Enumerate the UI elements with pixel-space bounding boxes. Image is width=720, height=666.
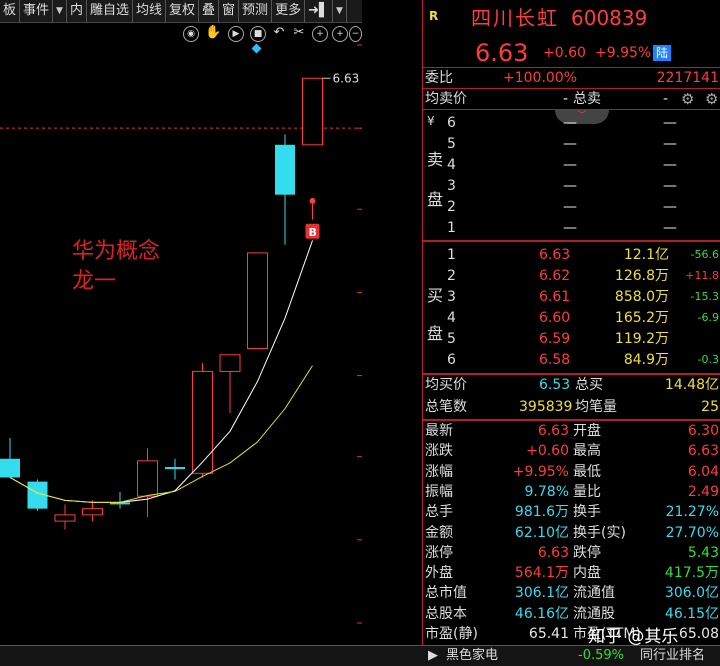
stat-row: 金额 62.10亿 换手(实) 27.70% (425, 524, 719, 541)
buy-marker-dot (309, 197, 316, 204)
candle-body (192, 370, 213, 474)
last-price: 6.63 (475, 39, 529, 67)
sector-pct: -0.59% (578, 648, 624, 663)
price-change: +0.60 (543, 45, 586, 61)
sell-level-row[interactable]: 6 — — (423, 113, 720, 133)
settings-gear2-icon[interactable]: ⚙ (705, 89, 718, 109)
stock-header: R 四川长虹 600839 (423, 6, 720, 30)
top-diamond-marker (251, 43, 262, 54)
weibi-row: 委比 +100.00% 2217141 (425, 70, 719, 86)
buy-level-row[interactable]: 2 6.62 126.8万 +11.8 (423, 266, 720, 286)
sell-level-row[interactable]: 2 — — (423, 197, 720, 217)
annotation-line1: 华为概念 (72, 239, 160, 264)
buy-level-row[interactable]: 4 6.60 165.2万 -6.9 (423, 308, 720, 328)
buy-level-row[interactable]: 1 6.63 12.1亿 -56.6 (423, 245, 720, 265)
chart-toolbar: 板事件 ▼ 内雕自选 均线 复权叠窗预测 更多 ➜▌ ▼ (0, 0, 362, 23)
sell-level-row[interactable]: 3 — — (423, 176, 720, 196)
toolbar-item-10[interactable]: 更多 (272, 0, 306, 22)
toolbar-item-6[interactable]: 复权 (166, 0, 200, 22)
toolbar-item-2[interactable]: ▼ (53, 0, 67, 22)
toolbar-item-1[interactable]: 事件 (20, 0, 54, 22)
add-icon[interactable]: + (312, 26, 328, 42)
stat-row: 涨幅 +9.95% 最低 6.04 (425, 463, 719, 480)
hand-icon[interactable]: ✋ (205, 26, 221, 40)
stock-code: 600839 (571, 6, 648, 30)
settings-gear-icon[interactable]: ⚙ (681, 89, 694, 109)
play-icon[interactable]: ▶ (228, 26, 244, 42)
toolbar-item-3[interactable]: 内 (67, 0, 87, 22)
sell-level-row[interactable]: 1 — — (423, 218, 720, 238)
buy-marker-text: B (309, 226, 317, 239)
market-tag: 陆 (653, 45, 672, 61)
toolbar-item-7[interactable]: 叠 (199, 0, 220, 22)
avg-buy-row: 均买价 6.53 总买 14.48亿 (425, 377, 719, 393)
stock-name: 四川长虹 (471, 6, 559, 30)
stat-row: 振幅 9.78% 量比 2.49 (425, 483, 719, 500)
candle-body (0, 458, 20, 478)
industry-rank[interactable]: 同行业排名 (640, 646, 705, 666)
sell-level-row[interactable]: 4 — — (423, 155, 720, 175)
candle-body (302, 77, 323, 146)
ma10-line (9, 365, 313, 503)
candle-body (165, 467, 185, 470)
price-change-pct: +9.95% (595, 45, 652, 61)
annotation-line2: 龙一 (72, 269, 116, 294)
sector-name[interactable]: 黑色家电 (446, 646, 498, 666)
scissors-icon[interactable]: ✂ (292, 26, 306, 40)
kline-chart[interactable]: 6.796.396.005.605.204.814.414.016.63B华为概… (0, 22, 391, 642)
sell-level-row[interactable]: 5 — — (423, 134, 720, 154)
candle-body (247, 252, 268, 350)
stat-row: 最新 6.63 开盘 6.30 (425, 423, 719, 439)
expand-icon[interactable]: ▶ (428, 646, 438, 666)
candle-body (219, 354, 241, 372)
watermark: 知乎 @其乐 (588, 627, 679, 647)
candle-body (137, 460, 158, 497)
quote-panel: R 四川长虹 600839 6.63 +0.60 +9.95% 陆 委比 +10… (422, 0, 720, 665)
stat-row: 总手 981.6万 换手 21.27% (425, 504, 719, 521)
buy-level-row[interactable]: 6 6.58 84.9万 -0.3 (423, 350, 720, 370)
candle-body (275, 144, 295, 195)
toolbar-item-4[interactable]: 雕自选 (87, 0, 133, 22)
trades-row: 总笔数 395839 均笔量 25 (425, 399, 719, 415)
toolbar-item-5[interactable]: 均线 (133, 0, 166, 22)
stat-row: 总市值 306.1亿 流通值 306.0亿 (425, 585, 719, 602)
last-price-label: 6.63 (333, 71, 360, 85)
toolbar-item-9[interactable]: 预测 (239, 0, 273, 22)
toolbar-item-12[interactable]: ▼ (333, 0, 347, 22)
toolbar-item-11[interactable]: ➜▌ (305, 0, 333, 22)
candle-body (82, 508, 103, 516)
stat-row: 涨停 6.63 跌停 5.43 (425, 544, 719, 561)
zoom-in-icon[interactable]: + (332, 26, 348, 42)
stat-row: 外盘 564.1万 内盘 417.5万 (425, 565, 719, 582)
toolbar-item-8[interactable]: 窗 (219, 0, 240, 22)
stop-icon[interactable]: ■ (250, 26, 266, 42)
kline-svg: 6.796.396.005.605.204.814.414.016.63B华为概… (0, 22, 391, 642)
zoom-out-icon[interactable]: − (349, 26, 362, 42)
avg-sell-row: 均卖价 - 总卖 - ⚙ ⚙ (425, 89, 719, 109)
stat-row: 涨跌 +0.60 最高 6.63 (425, 443, 719, 460)
buy-level-row[interactable]: 5 6.59 119.2万 (423, 329, 720, 349)
undo-icon[interactable]: ↶ (272, 26, 286, 40)
candle-body (54, 514, 76, 522)
toolbar-item-0[interactable]: 板 (0, 0, 21, 22)
eye-icon[interactable]: ◉ (183, 26, 199, 42)
bottom-bar: ▶ 黑色家电 -0.59% 同行业排名 (0, 645, 720, 666)
logo-badge: R (429, 9, 439, 23)
price-row: 6.63 +0.60 +9.95% 陆 (423, 40, 720, 66)
buy-level-row[interactable]: 3 6.61 858.0万 -15.3 (423, 287, 720, 307)
stat-row: 总股本 46.16亿 流通股 46.15亿 (425, 605, 719, 622)
